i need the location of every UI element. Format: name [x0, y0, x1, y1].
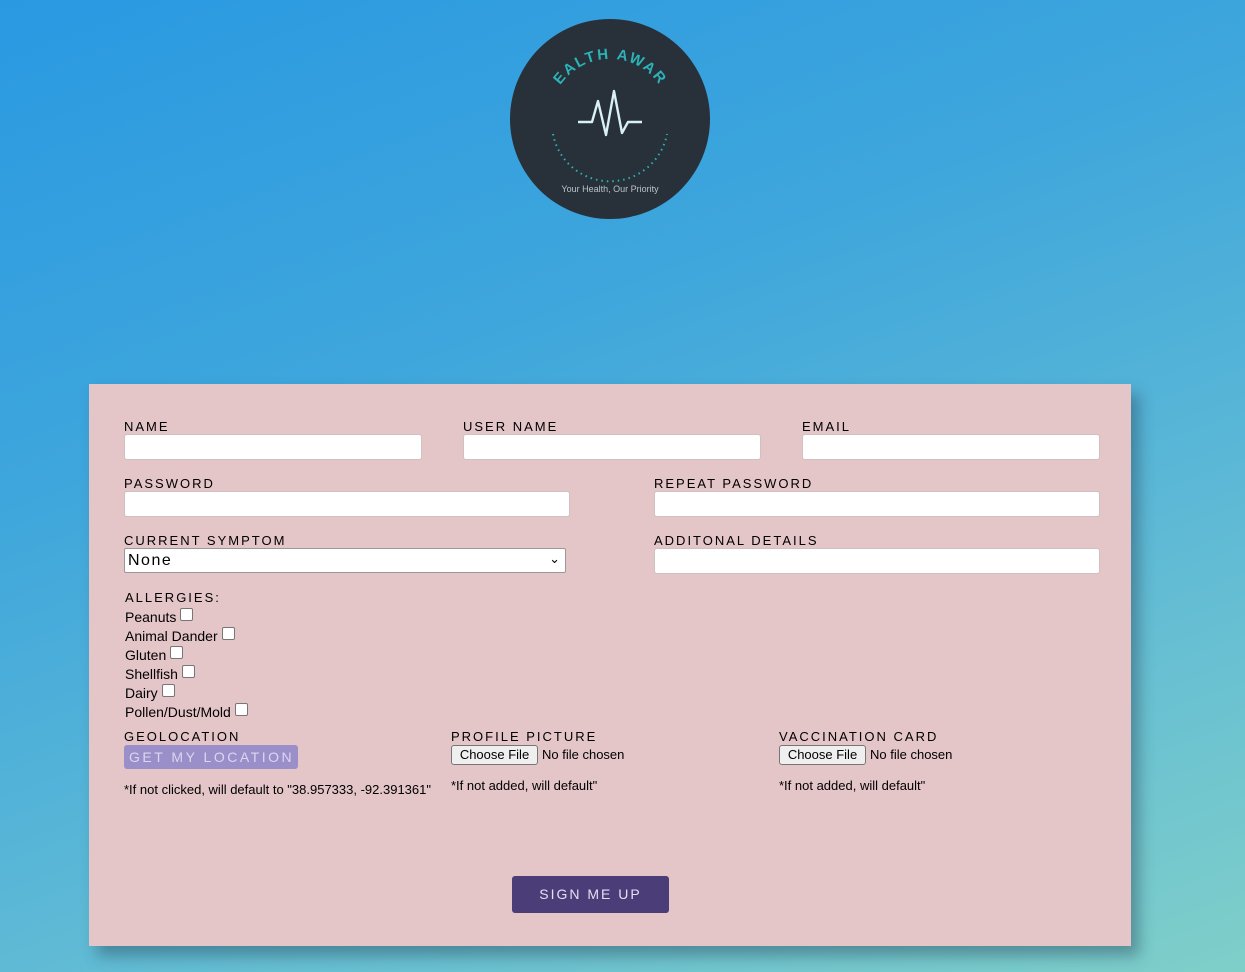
svg-text:HEALTH AWARE: HEALTH AWARE — [510, 19, 670, 88]
details-input[interactable] — [654, 548, 1100, 574]
username-label: USER NAME — [463, 419, 559, 434]
vaccination-note: *If not added, will default" — [779, 778, 926, 793]
logo-graphic: HEALTH AWARE Your Health, Our Priority — [510, 19, 670, 194]
allergy-label: Pollen/Dust/Mold — [125, 704, 231, 720]
password-label: PASSWORD — [124, 476, 215, 491]
allergy-checkbox[interactable] — [221, 627, 235, 640]
allergy-checkbox[interactable] — [234, 703, 248, 716]
vaccination-card-label: VACCINATION CARD — [779, 729, 939, 744]
symptom-select[interactable]: None ⌄ — [124, 548, 566, 573]
repeat-password-label: REPEAT PASSWORD — [654, 476, 814, 491]
logo-arc-text: HEALTH AWARE — [510, 19, 668, 88]
name-label: NAME — [124, 419, 170, 434]
vaccination-choose-file-button[interactable]: Choose File — [779, 745, 866, 765]
profile-choose-file-button[interactable]: Choose File — [451, 745, 538, 765]
email-input[interactable] — [802, 434, 1100, 460]
geolocation-note: *If not clicked, will default to "38.957… — [124, 782, 431, 797]
username-input[interactable] — [463, 434, 761, 460]
email-label: EMAIL — [802, 419, 852, 434]
symptom-selected-value: None — [128, 552, 173, 569]
allergy-item: Peanuts — [125, 608, 194, 625]
heartbeat-icon — [578, 89, 642, 137]
get-location-button[interactable]: GET MY LOCATION — [124, 745, 298, 769]
allergy-checkbox[interactable] — [170, 646, 184, 659]
allergy-item: Gluten — [125, 646, 184, 663]
symptom-label: CURRENT SYMPTOM — [124, 533, 287, 548]
allergy-checkbox[interactable] — [161, 684, 175, 697]
name-input[interactable] — [124, 434, 422, 460]
chevron-down-icon: ⌄ — [549, 551, 560, 566]
allergy-label: Shellfish — [125, 666, 178, 682]
allergies-label: ALLERGIES: — [125, 590, 221, 605]
sign-me-up-button[interactable]: SIGN ME UP — [512, 876, 669, 913]
logo-tagline: Your Health, Our Priority — [561, 184, 659, 194]
allergy-item: Pollen/Dust/Mold — [125, 703, 248, 720]
profile-picture-label: PROFILE PICTURE — [451, 729, 598, 744]
allergy-label: Dairy — [125, 685, 158, 701]
health-aware-logo: HEALTH AWARE Your Health, Our Priority — [510, 19, 710, 219]
allergy-label: Animal Dander — [125, 628, 218, 644]
allergy-item: Animal Dander — [125, 627, 235, 644]
repeat-password-input[interactable] — [654, 491, 1100, 517]
allergy-checkbox[interactable] — [181, 665, 195, 678]
signup-form: NAME USER NAME EMAIL PASSWORD REPEAT PAS… — [89, 384, 1131, 946]
vaccination-file-status: No file chosen — [870, 747, 953, 762]
allergy-checkbox[interactable] — [180, 608, 194, 621]
details-label: ADDITONAL DETAILS — [654, 533, 819, 548]
allergy-label: Peanuts — [125, 609, 177, 625]
password-input[interactable] — [124, 491, 570, 517]
profile-note: *If not added, will default" — [451, 778, 598, 793]
geolocation-label: GEOLOCATION — [124, 729, 241, 744]
allergy-item: Shellfish — [125, 665, 195, 682]
profile-file-status: No file chosen — [542, 747, 625, 762]
allergy-label: Gluten — [125, 647, 167, 663]
allergy-item: Dairy — [125, 684, 175, 701]
